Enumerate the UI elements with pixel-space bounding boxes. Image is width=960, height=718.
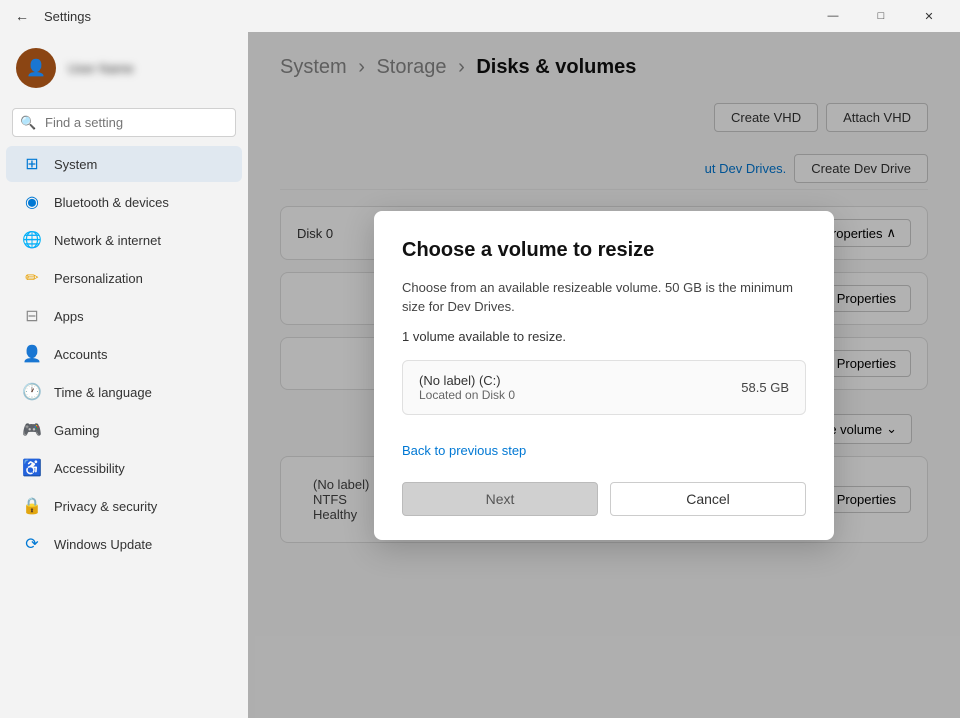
search-box: 🔍 xyxy=(12,108,236,137)
modal-description: Choose from an available resizeable volu… xyxy=(402,278,806,317)
close-button[interactable]: ✕ xyxy=(906,0,952,32)
modal-footer: Next Cancel xyxy=(402,482,806,516)
title-bar: ← Settings — □ ✕ xyxy=(0,0,960,32)
back-icon: ← xyxy=(15,8,29,24)
nav-network[interactable]: 🌐 Network & internet xyxy=(6,222,242,258)
personalization-icon: ✏ xyxy=(22,268,42,288)
bluetooth-icon: ◉ xyxy=(22,192,42,212)
minimize-button[interactable]: — xyxy=(810,0,856,32)
nav-accounts[interactable]: 👤 Accounts xyxy=(6,336,242,372)
nav-network-label: Network & internet xyxy=(54,233,161,248)
time-icon: 🕐 xyxy=(22,382,42,402)
search-icon: 🔍 xyxy=(20,115,36,131)
nav-apps[interactable]: ⊟ Apps xyxy=(6,298,242,334)
nav-bluetooth-label: Bluetooth & devices xyxy=(54,195,169,210)
nav-accounts-label: Accounts xyxy=(54,347,107,362)
nav-gaming-label: Gaming xyxy=(54,423,100,438)
user-section: 👤 User Name xyxy=(0,40,248,104)
privacy-icon: 🔒 xyxy=(22,496,42,516)
nav-personalization[interactable]: ✏ Personalization xyxy=(6,260,242,296)
nav-gaming[interactable]: 🎮 Gaming xyxy=(6,412,242,448)
modal-title: Choose a volume to resize xyxy=(402,239,806,262)
avatar: 👤 xyxy=(16,48,56,88)
modal-dialog: Choose a volume to resize Choose from an… xyxy=(374,211,834,540)
nav-personalization-label: Personalization xyxy=(54,271,143,286)
modal-overlay: Choose a volume to resize Choose from an… xyxy=(248,32,960,718)
nav-system-label: System xyxy=(54,157,97,172)
nav-accessibility-label: Accessibility xyxy=(54,461,125,476)
nav-bluetooth[interactable]: ◉ Bluetooth & devices xyxy=(6,184,242,220)
maximize-button[interactable]: □ xyxy=(858,0,904,32)
user-name: User Name xyxy=(68,61,134,76)
apps-icon: ⊟ xyxy=(22,306,42,326)
system-icon: ⊞ xyxy=(22,154,42,174)
accounts-icon: 👤 xyxy=(22,344,42,364)
gaming-icon: 🎮 xyxy=(22,420,42,440)
app-title: Settings xyxy=(44,9,91,24)
network-icon: 🌐 xyxy=(22,230,42,250)
nav-accessibility[interactable]: ♿ Accessibility xyxy=(6,450,242,486)
volume-item-size: 58.5 GB xyxy=(741,380,789,395)
back-to-previous-link[interactable]: Back to previous step xyxy=(402,443,526,458)
content-area: System › Storage › Disks & volumes Creat… xyxy=(248,32,960,718)
nav-update-label: Windows Update xyxy=(54,537,152,552)
update-icon: ⟳ xyxy=(22,534,42,554)
volume-item-location: Located on Disk 0 xyxy=(419,388,515,402)
modal-volume-count: 1 volume available to resize. xyxy=(402,329,806,344)
volume-item-name: (No label) (C:) xyxy=(419,373,515,388)
nav-apps-label: Apps xyxy=(54,309,84,324)
back-button[interactable]: ← xyxy=(8,2,36,30)
sidebar: 👤 User Name 🔍 ⊞ System ◉ Bluetooth & dev… xyxy=(0,32,248,718)
nav-update[interactable]: ⟳ Windows Update xyxy=(6,526,242,562)
accessibility-icon: ♿ xyxy=(22,458,42,478)
nav-time-label: Time & language xyxy=(54,385,152,400)
nav-privacy-label: Privacy & security xyxy=(54,499,157,514)
next-button[interactable]: Next xyxy=(402,482,598,516)
cancel-button[interactable]: Cancel xyxy=(610,482,806,516)
window-controls: — □ ✕ xyxy=(810,0,952,32)
volume-list-item[interactable]: (No label) (C:) Located on Disk 0 58.5 G… xyxy=(402,360,806,415)
nav-time[interactable]: 🕐 Time & language xyxy=(6,374,242,410)
nav-system[interactable]: ⊞ System xyxy=(6,146,242,182)
nav-privacy[interactable]: 🔒 Privacy & security xyxy=(6,488,242,524)
search-input[interactable] xyxy=(12,108,236,137)
app-layout: 👤 User Name 🔍 ⊞ System ◉ Bluetooth & dev… xyxy=(0,32,960,718)
